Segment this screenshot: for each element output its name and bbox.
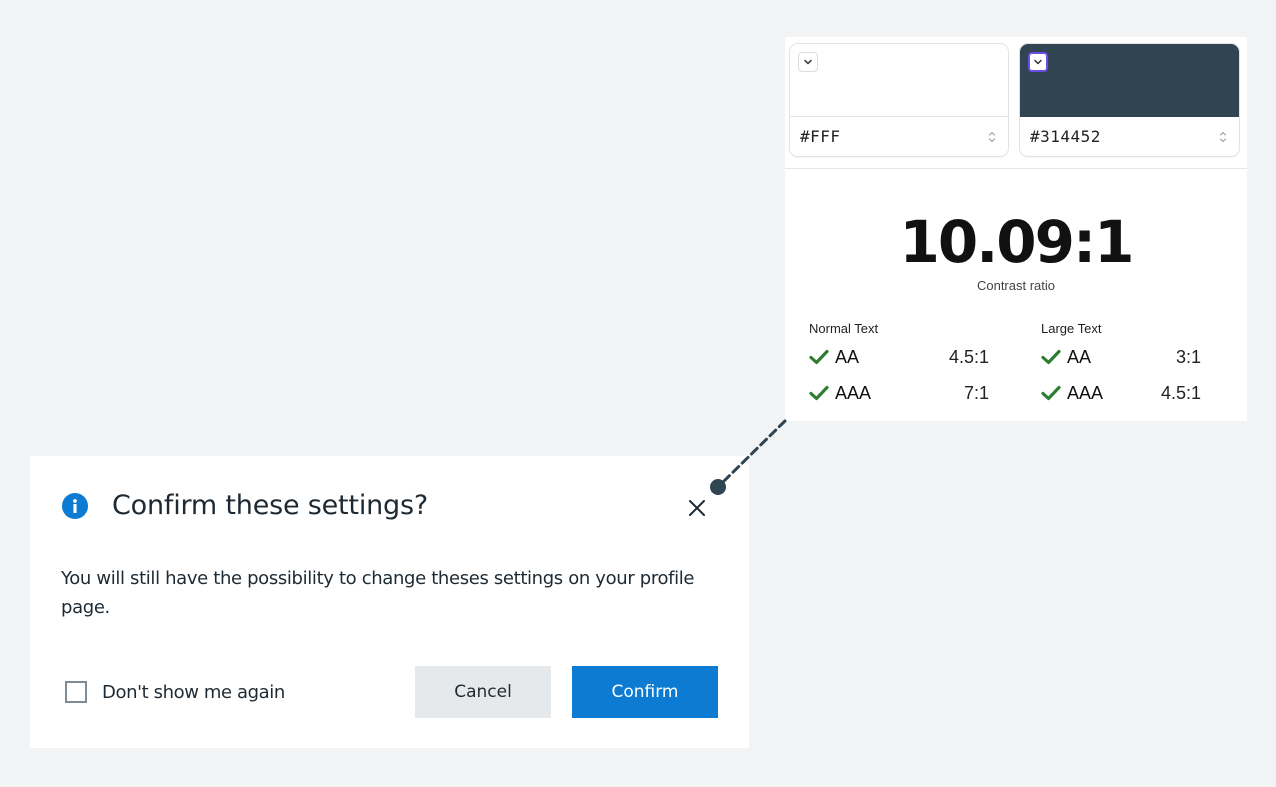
contrast-checker-panel: #FFF #314452 10.09:1 Contrast ratio Norm… xyxy=(785,37,1247,421)
check-icon xyxy=(809,349,829,365)
level-threshold: 4.5:1 xyxy=(1160,382,1201,403)
large-text-title: Large Text xyxy=(1041,321,1102,336)
checkbox-box[interactable] xyxy=(65,681,87,703)
background-swatch: #314452 xyxy=(1019,43,1240,157)
normal-text-results: Normal Text AA 4.5:1 AAA 7:1 xyxy=(809,320,989,411)
info-icon xyxy=(62,492,88,519)
level-threshold: 7:1 xyxy=(963,382,989,403)
foreground-value-input[interactable]: #FFF xyxy=(790,117,1008,156)
level-name: AAA xyxy=(835,382,872,403)
contrast-ratio-label: Contrast ratio xyxy=(976,278,1056,293)
confirm-button[interactable]: Confirm xyxy=(572,666,718,718)
level-name: AAA xyxy=(1067,382,1104,403)
background-color-preview[interactable] xyxy=(1020,44,1239,117)
level-name: AA xyxy=(1067,346,1092,367)
close-button[interactable] xyxy=(685,496,709,520)
check-icon xyxy=(809,385,829,401)
dialog-title: Confirm these settings? xyxy=(112,490,428,521)
color-swatches: #FFF #314452 xyxy=(785,37,1247,169)
up-down-chevron-icon[interactable] xyxy=(1219,130,1227,144)
level-name: AA xyxy=(835,346,860,367)
check-icon xyxy=(1041,385,1061,401)
level-threshold: 3:1 xyxy=(1175,346,1201,367)
dont-show-again-checkbox[interactable]: Don't show me again xyxy=(65,681,285,703)
normal-aaa-row: AAA 7:1 xyxy=(809,375,989,411)
cancel-button[interactable]: Cancel xyxy=(415,666,551,718)
close-icon xyxy=(689,500,705,516)
normal-aa-row: AA 4.5:1 xyxy=(809,339,989,375)
large-text-results: Large Text AA 3:1 AAA 4.5:1 xyxy=(1041,320,1201,411)
background-picker-toggle[interactable] xyxy=(1028,52,1048,72)
background-value: #314452 xyxy=(1030,127,1101,146)
foreground-swatch: #FFF xyxy=(789,43,1009,157)
dialog-header: Confirm these settings? xyxy=(62,490,428,521)
checkbox-label: Don't show me again xyxy=(102,681,285,703)
normal-text-title: Normal Text xyxy=(809,321,879,336)
foreground-picker-toggle[interactable] xyxy=(798,52,818,72)
background-value-input[interactable]: #314452 xyxy=(1020,117,1239,156)
chevron-down-icon xyxy=(1034,59,1042,65)
dialog-message: You will still have the possibility to c… xyxy=(61,568,695,618)
dialog-footer: Don't show me again Cancel Confirm xyxy=(30,666,749,718)
chevron-down-icon xyxy=(804,59,812,65)
large-aaa-row: AAA 4.5:1 xyxy=(1041,375,1201,411)
large-aa-row: AA 3:1 xyxy=(1041,339,1201,375)
check-icon xyxy=(1041,349,1061,365)
foreground-value: #FFF xyxy=(800,127,841,146)
level-threshold: 4.5:1 xyxy=(948,346,989,367)
confirm-dialog: Confirm these settings? You will still h… xyxy=(30,456,749,748)
up-down-chevron-icon[interactable] xyxy=(988,130,996,144)
contrast-ratio-value: 10.09:1 xyxy=(899,208,1134,276)
foreground-color-preview[interactable] xyxy=(790,44,1008,117)
